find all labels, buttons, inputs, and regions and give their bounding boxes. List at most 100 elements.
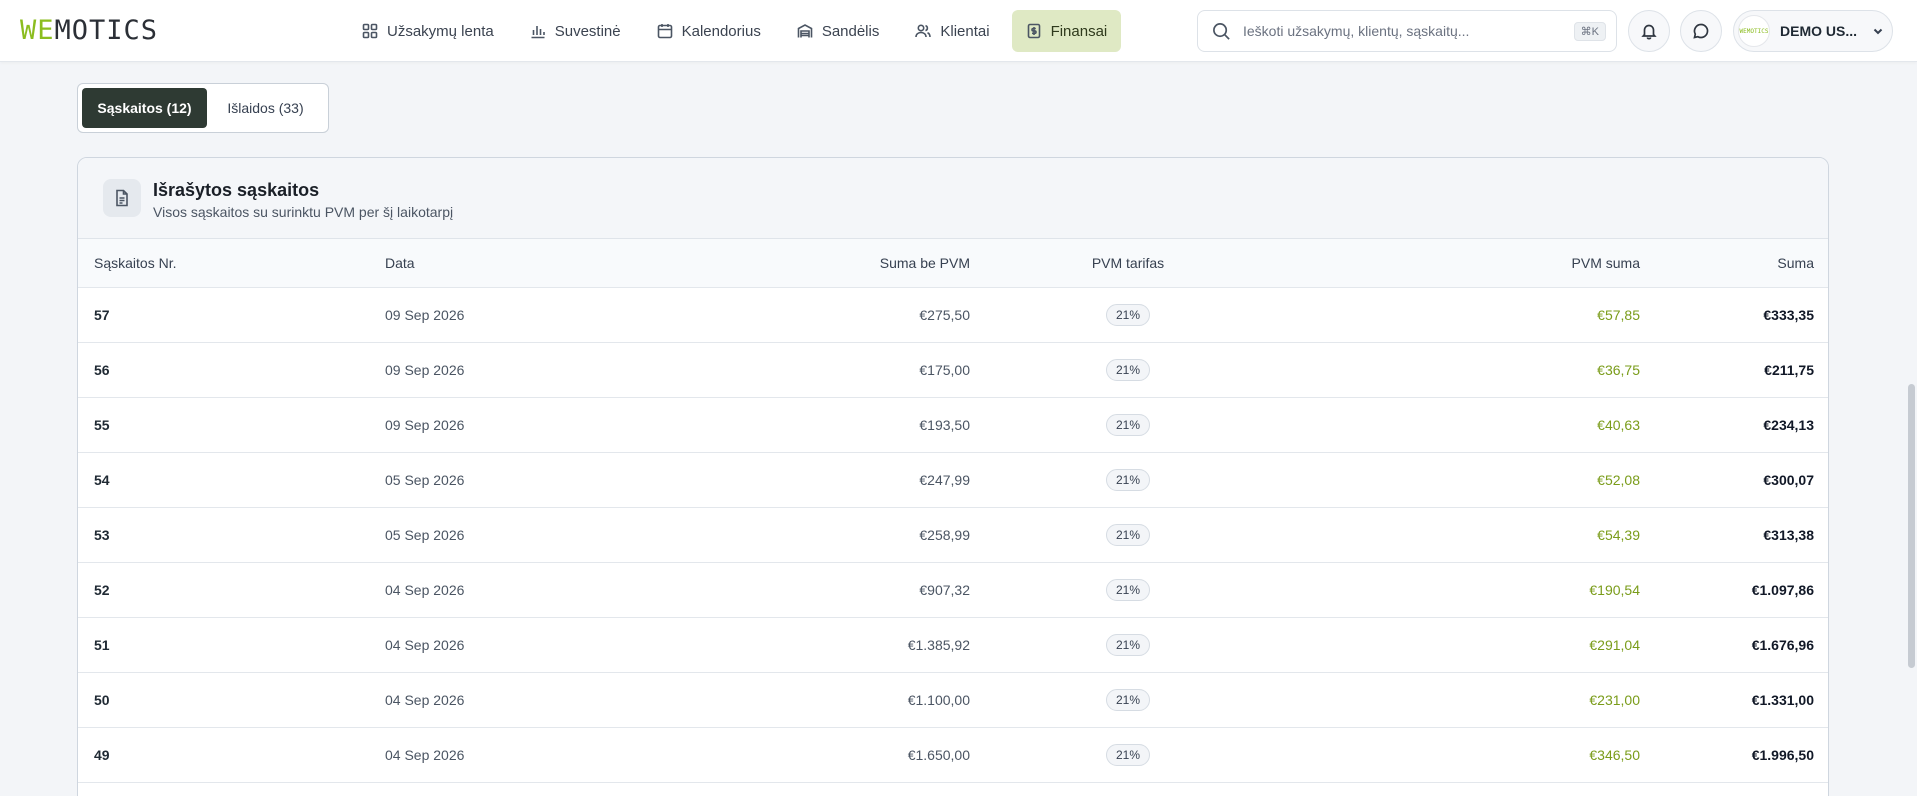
nav-item-clients[interactable]: Klientai [901,10,1003,52]
cell-date: 04 Sep 2026 [385,562,643,618]
nav-item-calendar[interactable]: Kalendorius [643,10,775,52]
vat-rate-badge: 21% [1105,578,1151,601]
cell-vat: €36,75 [1286,342,1640,398]
cell-date: 09 Sep 2026 [385,287,643,343]
vat-rate-badge: 21% [1105,523,1151,546]
nav-item-warehouse[interactable]: Sandėlis [783,10,894,52]
avatar: WEMOTICS [1738,15,1770,47]
cell-rate: 21% [970,287,1286,343]
vat-rate-badge: 21% [1105,358,1151,381]
table-row[interactable]: 49 04 Sep 2026 €1.650,00 21% €346,50 €1.… [78,727,1828,783]
cell-vat: €52,08 [1286,452,1640,508]
receipt-icon [1027,23,1040,39]
nav-item-finance[interactable]: Finansai [1011,10,1122,52]
cell-vat: €54,39 [1286,507,1640,563]
nav-item-label: Kalendorius [681,22,761,40]
vat-rate-badge: 21% [1105,688,1151,711]
cell-number: 53 [78,507,385,563]
vat-rate-badge: 21% [1105,743,1151,766]
cell-date: 05 Sep 2026 [385,452,643,508]
cell-rate: 21% [970,507,1286,563]
page-scrollbar[interactable] [1908,384,1915,668]
vat-rate-badge: 21% [1105,413,1151,436]
nav-item-label: Klientai [940,22,990,40]
invoices-table: Sąskaitos Nr. Data Suma be PVM PVM tarif… [78,239,1828,783]
cell-total: €313,38 [1640,507,1828,563]
table-row[interactable]: 50 04 Sep 2026 €1.100,00 21% €231,00 €1.… [78,672,1828,728]
table-row[interactable]: 53 05 Sep 2026 €258,99 21% €54,39 €313,3… [78,507,1828,563]
cell-rate: 21% [970,672,1286,728]
table-row[interactable]: 54 05 Sep 2026 €247,99 21% €52,08 €300,0… [78,452,1828,508]
cell-number: 57 [78,287,385,343]
table-header-row: Sąskaitos Nr. Data Suma be PVM PVM tarif… [78,239,1828,288]
notifications-button[interactable] [1628,10,1670,52]
cell-number: 55 [78,397,385,453]
cell-total: €333,35 [1640,287,1828,343]
table-row[interactable]: 55 09 Sep 2026 €193,50 21% €40,63 €234,1… [78,397,1828,453]
card-header: Išrašytos sąskaitos Visos sąskaitos su s… [78,158,1828,239]
cell-total: €1.676,96 [1640,617,1828,673]
cell-net: €907,32 [643,562,970,618]
vat-rate-badge: 21% [1105,633,1151,656]
chevron-down-icon [1873,28,1883,35]
nav-item-summary[interactable]: Suvestinė [516,10,635,52]
cell-rate: 21% [970,397,1286,453]
search-input[interactable]: Ieškoti užsakymų, klientų, sąskaitų... [1243,23,1574,39]
cell-total: €1.097,86 [1640,562,1828,618]
vat-rate-badge: 21% [1105,468,1151,491]
tab-invoices[interactable]: Sąskaitos (12) [82,88,207,128]
nav-item-label: Finansai [1050,22,1108,40]
card-title: Išrašytos sąskaitos [153,180,320,200]
table-row[interactable]: 57 09 Sep 2026 €275,50 21% €57,85 €333,3… [78,287,1828,343]
cell-net: €1.100,00 [643,672,970,728]
column-header-total[interactable]: Suma [1640,239,1828,288]
table-row[interactable]: 56 09 Sep 2026 €175,00 21% €36,75 €211,7… [78,342,1828,398]
chat-bubble-icon [1693,23,1709,39]
cell-number: 56 [78,342,385,398]
document-icon [103,179,141,217]
grid-icon [362,23,378,39]
nav-item-label: Sandėlis [821,22,880,40]
user-menu-button[interactable]: WEMOTICS DEMO US... [1733,10,1893,52]
cell-total: €1.331,00 [1640,672,1828,728]
cell-net: €258,99 [643,507,970,563]
cell-total: €234,13 [1640,397,1828,453]
cell-rate: 21% [970,562,1286,618]
cell-rate: 21% [970,727,1286,783]
cell-net: €275,50 [643,287,970,343]
cell-number: 52 [78,562,385,618]
cell-number: 51 [78,617,385,673]
cell-rate: 21% [970,452,1286,508]
column-header-date[interactable]: Data [385,239,643,288]
column-header-net[interactable]: Suma be PVM [643,239,970,288]
column-header-rate[interactable]: PVM tarifas [970,239,1286,288]
table-row[interactable]: 52 04 Sep 2026 €907,32 21% €190,54 €1.09… [78,562,1828,618]
table-row[interactable]: 51 04 Sep 2026 €1.385,92 21% €291,04 €1.… [78,617,1828,673]
search-icon [1213,22,1230,40]
column-header-number[interactable]: Sąskaitos Nr. [78,239,385,288]
nav-item-orders-board[interactable]: Užsakymų lenta [348,10,508,52]
users-icon [915,24,932,38]
cell-net: €1.650,00 [643,727,970,783]
cell-rate: 21% [970,342,1286,398]
tab-expenses[interactable]: Išlaidos (33) [207,88,324,128]
cell-total: €211,75 [1640,342,1828,398]
column-header-vat[interactable]: PVM suma [1286,239,1640,288]
cell-vat: €190,54 [1286,562,1640,618]
messages-button[interactable] [1680,10,1722,52]
bar-chart-icon [531,26,545,39]
cell-rate: 21% [970,617,1286,673]
warehouse-icon [797,24,813,38]
cell-net: €175,00 [643,342,970,398]
vat-rate-badge: 21% [1105,303,1151,326]
logo-text: MOTICS [54,14,159,46]
cell-date: 09 Sep 2026 [385,342,643,398]
wemotics-logo[interactable]: WE MOTICS [20,14,159,46]
main-nav: Užsakymų lenta Suvestinė Kalendorius San… [348,10,1129,52]
nav-item-label: Užsakymų lenta [387,22,494,40]
cell-date: 04 Sep 2026 [385,672,643,728]
cell-vat: €346,50 [1286,727,1640,783]
cell-vat: €291,04 [1286,617,1640,673]
global-search[interactable]: Ieškoti užsakymų, klientų, sąskaitų... ⌘… [1197,10,1617,52]
calendar-icon [657,24,672,39]
